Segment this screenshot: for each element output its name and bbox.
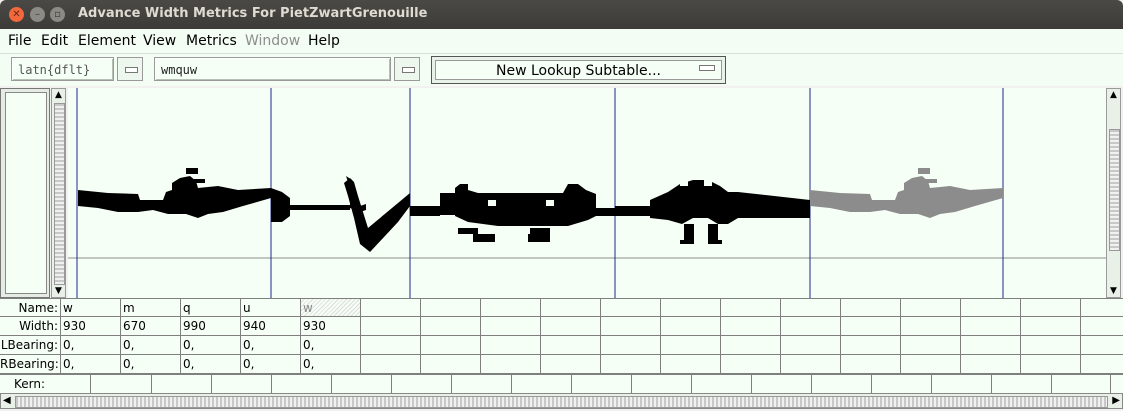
dropdown-icon — [402, 67, 415, 73]
glyph-lbearing-cell[interactable]: 0, — [241, 336, 301, 355]
menu-element[interactable]: Element — [78, 33, 136, 49]
glyph-name-cell[interactable]: u — [241, 298, 301, 317]
metrics-window: ✕ – ▫ Advance Width Metrics For PietZwar… — [0, 0, 1123, 411]
lookup-subtable-label: New Lookup Subtable... — [435, 60, 722, 80]
text-input[interactable]: wmquw — [154, 57, 391, 81]
glyph-m[interactable] — [271, 176, 410, 252]
glyph-rbearing-cell[interactable]: 0, — [181, 355, 241, 374]
menu-metrics[interactable]: Metrics — [186, 33, 237, 49]
glyph-name-cell[interactable]: w — [61, 298, 121, 317]
menu-window: Window — [245, 33, 301, 49]
window-title: Advance Width Metrics For PietZwartGreno… — [78, 6, 428, 21]
glyph-lbearing-cell[interactable]: 0, — [61, 336, 121, 355]
scroll-up-icon[interactable]: ▲ — [53, 90, 64, 100]
glyph-rbearing-cell[interactable]: 0, — [241, 355, 301, 374]
toolbar: latn{dflt} wmquw New Lookup Subtable... — [0, 54, 1123, 86]
glyph-width-cell[interactable]: 670 — [121, 317, 181, 336]
glyph-w[interactable] — [78, 168, 271, 218]
glyph-width-cell[interactable]: 930 — [301, 317, 361, 336]
left-vertical-scrollbar[interactable]: ▲ ▼ — [51, 88, 66, 298]
glyph-name-cell[interactable]: m — [121, 298, 181, 317]
script-dropdown-button[interactable] — [117, 57, 143, 81]
empty-grid — [361, 298, 1123, 374]
menu-file[interactable]: File — [8, 33, 31, 49]
row-label-rbearing: RBearing: — [0, 355, 61, 374]
scroll-up-icon[interactable]: ▲ — [1108, 90, 1119, 100]
glyph-name-cell[interactable]: w — [301, 298, 361, 317]
right-vertical-scrollbar[interactable]: ▲ ▼ — [1106, 88, 1121, 298]
scroll-right-icon[interactable]: ▶ — [1112, 394, 1120, 408]
script-field[interactable]: latn{dflt} — [11, 57, 114, 81]
menu-help[interactable]: Help — [308, 33, 340, 49]
glyph-name-cell[interactable]: q — [181, 298, 241, 317]
row-label-name: Name: — [0, 298, 61, 317]
scroll-down-icon[interactable]: ▼ — [1108, 286, 1119, 296]
kern-grid[interactable] — [91, 375, 1111, 394]
row-label-kern: Kern: — [0, 375, 91, 394]
row-label-width: Width: — [0, 317, 61, 336]
glyph-width-cell[interactable]: 940 — [241, 317, 301, 336]
menu-bar: File Edit Element View Metrics Window He… — [0, 29, 1123, 54]
row-label-lbearing: LBearing: — [0, 336, 61, 355]
dropdown-icon — [699, 65, 715, 71]
glyph-lbearing-cell[interactable]: 0, — [121, 336, 181, 355]
menu-edit[interactable]: Edit — [41, 33, 68, 49]
lookup-subtable-select[interactable]: New Lookup Subtable... — [431, 56, 726, 84]
glyph-rbearing-cell[interactable]: 0, — [61, 355, 121, 374]
glyph-lbearing-cell[interactable]: 0, — [181, 336, 241, 355]
glyph-width-cell[interactable]: 990 — [181, 317, 241, 336]
close-icon[interactable]: ✕ — [9, 7, 24, 22]
glyph-rbearing-cell[interactable]: 0, — [301, 355, 361, 374]
metrics-table: Name: Width: LBearing: RBearing: w 930 0… — [0, 298, 1123, 374]
glyph-w-preview[interactable] — [810, 168, 1003, 218]
scroll-down-icon[interactable]: ▼ — [53, 286, 64, 296]
dropdown-icon — [125, 67, 138, 73]
text-dropdown-button[interactable] — [394, 57, 420, 81]
title-bar: ✕ – ▫ Advance Width Metrics For PietZwar… — [0, 0, 1123, 29]
scroll-thumb[interactable] — [15, 396, 1108, 408]
glyph-rbearing-cell[interactable]: 0, — [121, 355, 181, 374]
menu-view[interactable]: View — [143, 33, 176, 49]
glyph-canvas[interactable] — [68, 88, 1106, 298]
minimize-icon[interactable]: – — [30, 7, 45, 22]
maximize-icon[interactable]: ▫ — [50, 7, 65, 22]
kern-row: Kern: — [0, 374, 1123, 394]
glyph-width-cell[interactable]: 930 — [61, 317, 121, 336]
glyph-u[interactable] — [615, 180, 810, 244]
scroll-thumb[interactable] — [1109, 129, 1120, 251]
glyph-preview-panel — [0, 88, 50, 298]
horizontal-scrollbar[interactable]: ◀ ▶ — [0, 393, 1123, 409]
glyph-lbearing-cell[interactable]: 0, — [301, 336, 361, 355]
glyph-q[interactable] — [410, 184, 615, 242]
glyph-strip — [68, 88, 1106, 298]
scroll-left-icon[interactable]: ◀ — [3, 394, 11, 408]
scroll-thumb[interactable] — [54, 103, 65, 285]
